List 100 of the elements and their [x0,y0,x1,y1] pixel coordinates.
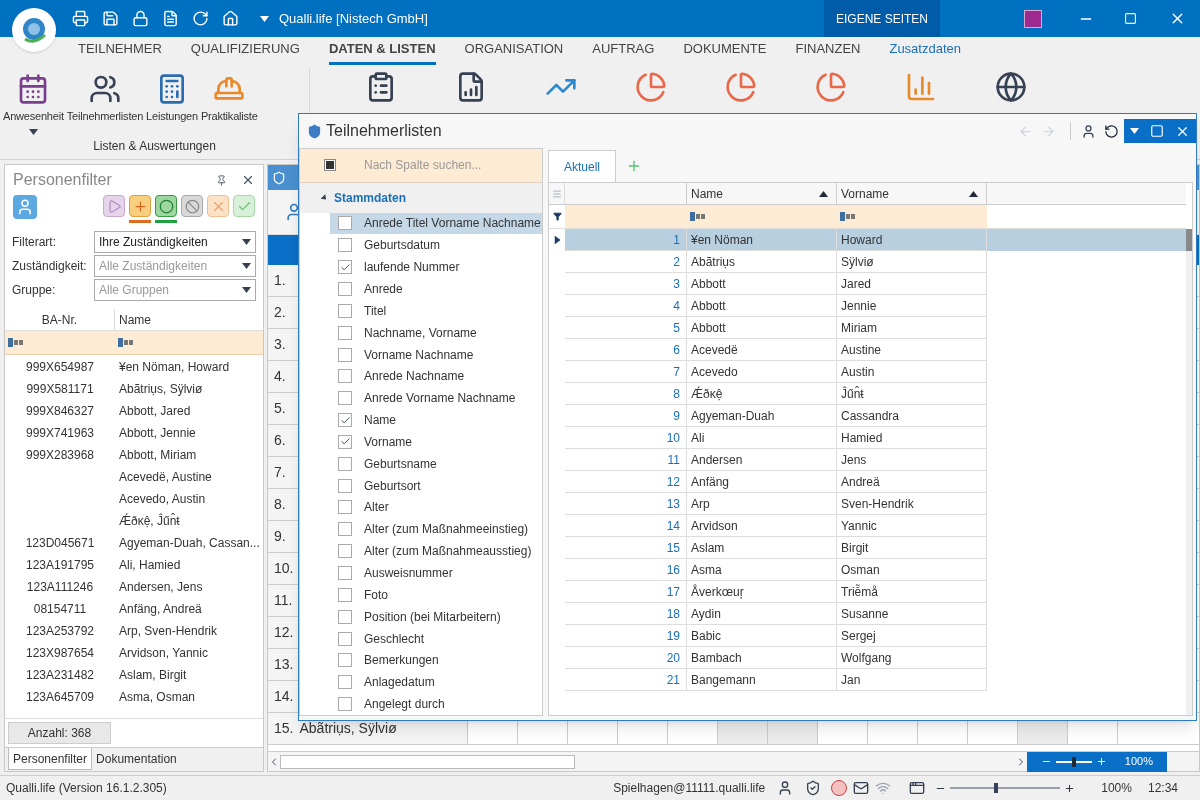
checkbox[interactable] [338,391,352,406]
group-header[interactable]: Stammdaten [300,182,542,213]
column-option[interactable]: Nachname, Vorname [330,321,542,344]
ribbon-tab[interactable]: QUALIFIZIERUNG [190,38,300,65]
ribbon-button[interactable]: Anwesenheit [3,70,64,135]
checkbox[interactable] [338,675,352,690]
checkbox[interactable] [338,260,352,275]
column-header[interactable]: Vorname [837,183,987,204]
document-icon[interactable] [162,10,179,27]
filter-tool-button[interactable] [155,195,177,223]
pin-icon[interactable] [216,174,227,186]
refresh-icon[interactable] [1104,123,1119,139]
filter-dropdown[interactable]: Ihre Zuständigkeiten [94,231,256,253]
checkbox[interactable] [338,238,352,253]
maximize-icon[interactable] [1150,124,1164,138]
checkbox[interactable] [338,413,352,428]
column-option[interactable]: Angelegt durch [330,693,542,715]
ribbon-button[interactable]: Praktikaliste [200,70,258,135]
checkbox[interactable] [338,544,352,559]
column-option[interactable]: Anrede Titel Vorname Nachname [330,212,542,235]
checkbox[interactable] [338,522,352,537]
save-icon[interactable] [102,10,119,27]
column-option[interactable]: Anrede Nachname [330,365,542,388]
column-header[interactable]: Name [687,183,837,204]
extra-pages-tab[interactable]: EIGENE SEITEN [824,0,940,37]
grid-row[interactable]: 8 Ǽðκệ Ĵűn̂ŧ [549,383,1186,405]
column-option[interactable]: Anrede Vorname Nachname [330,387,542,410]
ribbon-tab[interactable]: DATEN & LISTEN [328,38,436,65]
checkbox[interactable] [338,566,352,580]
column-option[interactable]: Anlagedatum [330,671,542,694]
checkbox[interactable] [338,347,352,362]
bar-chart-icon[interactable] [905,71,937,103]
checkbox[interactable] [338,587,352,602]
checkbox[interactable] [338,697,352,712]
ribbon-button[interactable]: Leistungen [146,70,198,135]
column-option[interactable]: laufende Nummer [330,256,542,279]
ribbon-tab[interactable]: AUFTRAG [592,38,655,65]
column-option[interactable]: Alter (zum Maßnahmeausstieg) [330,540,542,563]
grid-row[interactable]: 12 Anfäng Andreä [549,471,1186,493]
checkbox[interactable] [338,631,352,646]
grid-row[interactable]: 5 Abbott Miriam [549,317,1186,339]
ribbon-tab[interactable]: FINANZEN [795,38,861,65]
grid-row[interactable]: 13 Arp Sven-Hendrik [549,493,1186,515]
column-option[interactable]: Alter (zum Maßnahmeeinstieg) [330,518,542,541]
grid-row[interactable]: 15 Aslam Birgit [549,537,1186,559]
column-header[interactable]: BA-Nr. [5,309,115,330]
select-all-checkbox[interactable] [324,159,336,172]
person-icon[interactable] [1081,123,1096,139]
checkbox[interactable] [338,653,352,668]
zoom-in-icon[interactable] [1096,756,1107,767]
checkbox[interactable] [338,325,352,340]
grid-row[interactable]: 14 Arvidson Yannic [549,515,1186,537]
checkbox[interactable] [338,609,352,624]
grid-row[interactable]: 21 Bangemann Jan [549,669,1186,691]
grid-row[interactable]: 3 Abbott Jared [549,273,1186,295]
column-option[interactable]: Anrede [330,278,542,300]
person-button[interactable] [13,195,37,219]
checkbox[interactable] [338,500,352,515]
column-option[interactable]: Geburtsname [330,452,542,475]
column-option[interactable]: Name [330,409,542,431]
ribbon-tab[interactable]: ORGANISATION [464,38,564,65]
shield-check-icon[interactable] [805,780,822,796]
slider-thumb[interactable] [1072,756,1076,767]
column-option[interactable]: Titel [330,299,542,322]
column-option[interactable]: Geburtsort [330,474,542,497]
home-icon[interactable] [222,10,239,27]
column-option[interactable]: Foto [330,583,542,606]
column-header[interactable]: Name [115,309,151,330]
list-tab[interactable]: Aktuell [548,150,617,182]
lock-icon[interactable] [132,10,149,27]
checkbox[interactable] [338,303,352,318]
color-swatch-icon[interactable] [1024,9,1042,28]
grid-row[interactable]: 17 Åverkœuŗ Triễmå [549,581,1186,603]
grid-row[interactable]: 20 Bambach Wolfgang [549,647,1186,669]
maximize-icon[interactable] [1124,12,1137,25]
column-option[interactable]: Vorname [330,431,542,453]
pie-chart-icon[interactable] [725,71,757,103]
grid-row[interactable]: 11 Andersen Jens [549,449,1186,471]
slider-thumb[interactable] [994,783,999,793]
pie-chart-icon[interactable] [635,71,667,103]
grid-row[interactable]: 7 Acevedo Austin [549,361,1186,383]
grid-row[interactable]: 19 Babic Sergej [549,625,1186,647]
column-option[interactable]: Alter [330,496,542,519]
close-icon[interactable] [241,173,255,187]
column-option[interactable]: Ausweisnummer [330,562,542,584]
column-option[interactable]: Position (bei Mitarbeitern) [330,605,542,628]
grid-row[interactable]: 9 Agyeman-Duah Cassandra [549,405,1186,427]
grid-row[interactable]: 6 Acevedë Austine [549,339,1186,361]
print-icon[interactable] [72,10,89,27]
ribbon-tab[interactable]: TEILNEHMER [78,38,162,65]
panel-tab[interactable]: Dokumentation [92,748,181,770]
horizontal-scrollbar[interactable] [280,754,575,769]
zoom-in-icon[interactable] [1064,782,1076,794]
grid-row[interactable]: 2 Abãtriụs Sÿlviø [549,251,1186,273]
grid-row[interactable]: 18 Aydin Susanne [549,603,1186,625]
panel-tab[interactable]: Personenfilter [8,748,93,770]
checkbox[interactable] [338,216,352,231]
filter-row[interactable] [5,331,263,355]
grid-row[interactable]: 16 Asma Osman [549,559,1186,581]
vertical-scrollbar[interactable] [1186,229,1192,715]
